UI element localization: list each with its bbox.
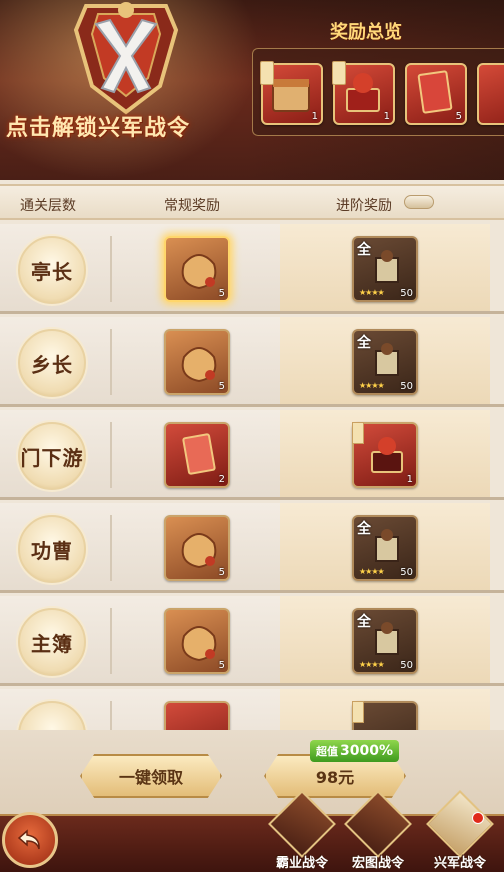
self-select-tag-icon <box>260 61 274 85</box>
rank-badge: 主簿 <box>18 608 86 676</box>
advanced-reward-column-label: 进阶奖励 <box>336 198 392 214</box>
row-divider <box>110 608 112 674</box>
header-banner: 点击解锁兴军战令 奖励总览 1 1 5 <box>0 0 504 180</box>
tab-label: 兴军战令 <box>433 856 486 871</box>
scroll-item-icon <box>375 250 399 283</box>
reward-overview-title: 奖励总览 <box>330 22 402 43</box>
tab-label: 宏图战令 <box>351 856 404 871</box>
normal-reward-item[interactable]: 2 <box>164 422 230 488</box>
advanced-reward-item[interactable]: 全 ★★★★ 50 <box>352 515 418 581</box>
rank-label: 亭长 <box>31 259 73 284</box>
rank-badge: 门下游 <box>18 422 86 490</box>
value-badge: 超值 3000% <box>310 740 399 762</box>
back-button[interactable] <box>2 812 58 868</box>
book-icon <box>182 433 216 475</box>
row-divider <box>110 701 112 730</box>
reward-row <box>0 689 504 730</box>
reward-row: 乡长 5 全 ★★★★ 50 <box>0 317 504 407</box>
row-divider <box>110 515 112 581</box>
gold-pouch-icon <box>181 347 217 383</box>
rank-label: 门下游 <box>20 445 84 470</box>
item-count: 1 <box>406 474 413 485</box>
burning-chest-icon <box>268 790 336 858</box>
normal-reward-item[interactable]: 5 <box>164 608 230 674</box>
value-badge-prefix: 超值 <box>316 745 338 758</box>
item-count: 5 <box>218 660 225 671</box>
reward-row: 门下游 2 1 <box>0 410 504 500</box>
reward-row: 亭长 5 全 ★★★★ 50 <box>0 224 504 314</box>
row-divider <box>110 422 112 488</box>
overview-item-chest[interactable]: 1 <box>332 61 395 125</box>
reward-list[interactable]: 亭长 5 全 ★★★★ 50 乡长 5 全 ★★★★ 50 门下游 2 1 功曹… <box>0 224 504 730</box>
star-rating: ★★★★ <box>359 381 385 390</box>
gold-pouch-icon <box>181 254 217 290</box>
normal-reward-item[interactable]: 5 <box>164 329 230 395</box>
tab-army-pass[interactable]: 兴军战令 <box>422 790 498 872</box>
self-select-tag-icon <box>332 61 346 85</box>
lock-badge-icon <box>404 195 434 209</box>
reward-row: 功曹 5 全 ★★★★ 50 <box>0 503 504 593</box>
normal-reward-column-label: 常规奖励 <box>164 198 220 214</box>
rank-label: 功曹 <box>31 538 73 563</box>
normal-reward-item[interactable]: 5 <box>164 236 230 302</box>
advanced-reward-item[interactable]: 1 <box>352 422 418 488</box>
item-count: 50 <box>400 288 413 299</box>
advanced-reward-item[interactable]: 全 ★★★★ 50 <box>352 236 418 302</box>
row-divider <box>110 329 112 395</box>
gold-pouch-icon <box>181 533 217 569</box>
normal-reward-item[interactable] <box>164 701 230 730</box>
golden-beast-icon <box>344 790 412 858</box>
star-rating: ★★★★ <box>359 288 385 297</box>
item-count: 5 <box>218 288 225 299</box>
star-rating: ★★★★ <box>359 660 385 669</box>
reward-column-header: 通关层数 常规奖励 进阶奖励 <box>0 184 504 220</box>
overview-item-book[interactable]: 5 <box>405 63 467 125</box>
advanced-reward-item[interactable]: 全 ★★★★ 50 <box>352 608 418 674</box>
overview-item-count: 1 <box>311 111 318 122</box>
overview-item-count: 5 <box>455 111 462 122</box>
claim-all-button[interactable]: 一键领取 <box>80 754 222 798</box>
tab-grand-plan-pass[interactable]: 宏图战令 <box>340 790 416 872</box>
item-count: 5 <box>218 567 225 578</box>
rank-badge: 亭长 <box>18 236 86 304</box>
advanced-reward-item[interactable] <box>352 701 418 730</box>
overview-item-partial[interactable] <box>477 63 504 125</box>
notification-dot-icon <box>472 812 484 824</box>
item-count: 50 <box>400 660 413 671</box>
scroll-item-icon <box>375 622 399 655</box>
battle-pass-emblem-icon[interactable] <box>56 0 196 118</box>
row-divider <box>110 236 112 302</box>
gold-pouch-icon <box>181 626 217 662</box>
overview-item-count: 1 <box>383 111 390 122</box>
scroll-item-icon <box>375 529 399 562</box>
unlock-battle-pass-link[interactable]: 点击解锁兴军战令 <box>6 110 236 142</box>
tab-label: 霸业战令 <box>275 856 328 871</box>
book-icon <box>417 70 453 114</box>
self-select-tag-icon <box>352 701 364 723</box>
red-chest-icon <box>371 437 403 473</box>
rank-label: 乡长 <box>31 352 73 377</box>
back-arrow-icon <box>17 829 40 850</box>
normal-reward-item[interactable]: 5 <box>164 515 230 581</box>
advanced-reward-item[interactable]: 全 ★★★★ 50 <box>352 329 418 395</box>
rank-badge: 乡长 <box>18 329 86 397</box>
level-column-label: 通关层数 <box>20 198 76 214</box>
value-badge-percent: 3000% <box>340 743 393 759</box>
reward-overview-strip[interactable]: 1 1 5 <box>252 48 504 136</box>
purple-beast-icon <box>426 790 494 858</box>
item-count: 50 <box>400 381 413 392</box>
rank-badge: 功曹 <box>18 515 86 583</box>
scroll-item-icon <box>375 343 399 376</box>
rank-label: 主簿 <box>31 631 73 656</box>
tab-hegemony-pass[interactable]: 霸业战令 <box>264 790 340 872</box>
item-count: 50 <box>400 567 413 578</box>
item-count: 5 <box>218 381 225 392</box>
item-count: 2 <box>218 474 225 485</box>
star-rating: ★★★★ <box>359 567 385 576</box>
overview-item-chest[interactable]: 1 <box>260 61 323 125</box>
reward-row: 主簿 5 全 ★★★★ 50 <box>0 596 504 686</box>
